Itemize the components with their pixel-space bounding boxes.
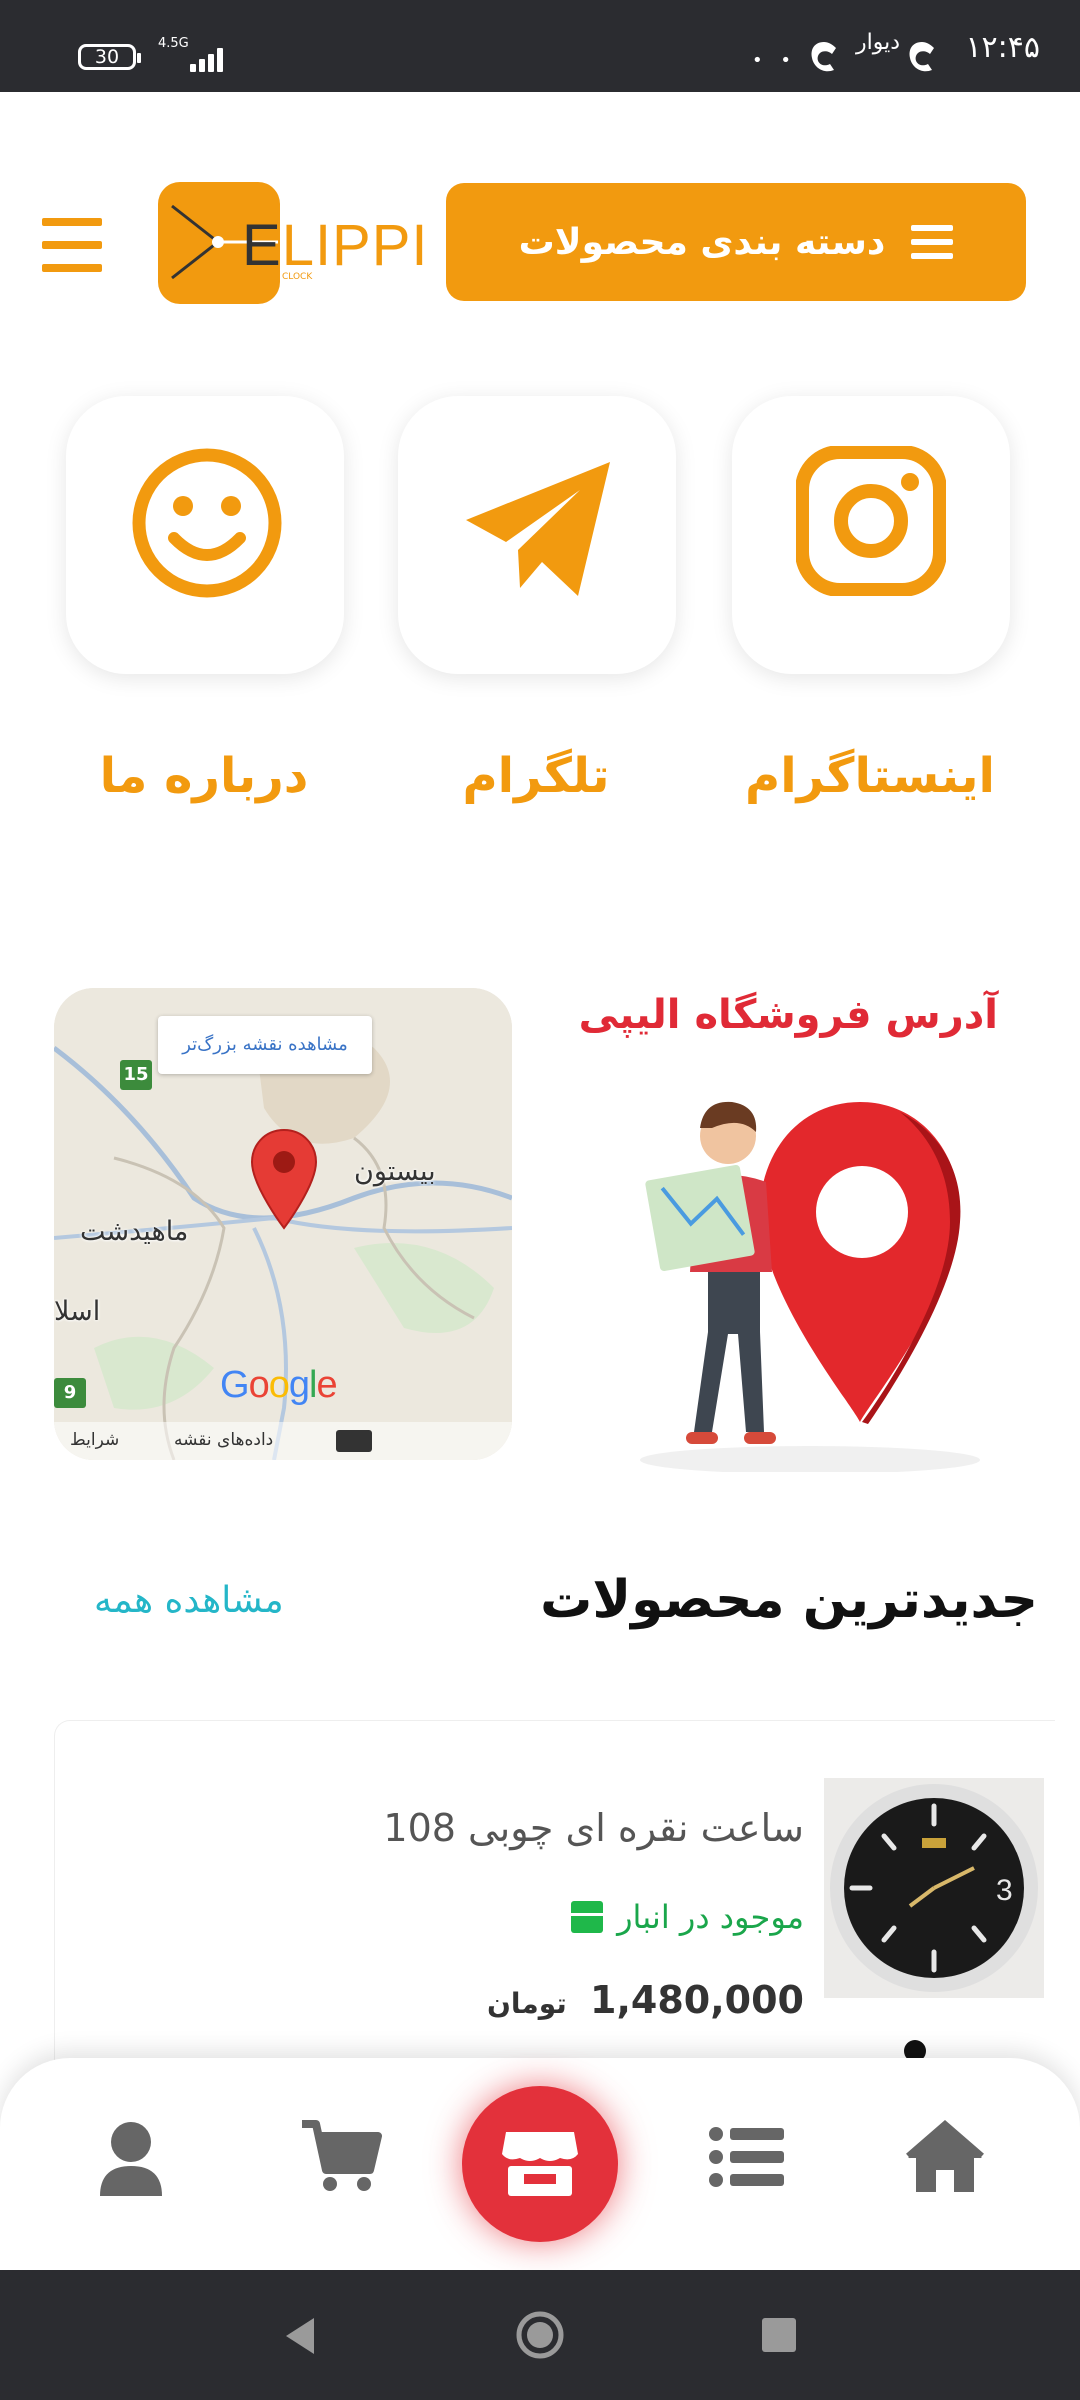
package-icon — [571, 1901, 604, 1933]
app-notification-icon — [811, 42, 836, 72]
telegram-label[interactable]: تلگرام — [386, 748, 686, 804]
network-type: 4.5G — [158, 36, 189, 51]
stock-status: موجود در انبار — [571, 1898, 804, 1936]
map-place-label: اسلا — [54, 1296, 101, 1327]
about-us-label[interactable]: درباره ما — [54, 748, 354, 804]
home-circle-icon[interactable] — [515, 2310, 565, 2360]
status-bar: 30 4.5G • • دیوار ۱۲:۴۵ — [0, 0, 1080, 92]
view-larger-map-link[interactable]: مشاهده نقشه بزرگ‌تر — [158, 1016, 372, 1074]
keyboard-icon[interactable] — [336, 1430, 372, 1452]
see-all-link[interactable]: مشاهده همه — [94, 1580, 284, 1621]
logo-text: ELIPPI — [242, 213, 429, 278]
price-value: 1,480,000 — [590, 1978, 804, 2022]
road-badge: 15 — [120, 1060, 152, 1090]
map-data-link[interactable]: داده‌های نقشه — [174, 1430, 273, 1450]
app-notification-icon — [909, 42, 934, 72]
categories-button[interactable]: دسته بندی محصولات — [446, 183, 1026, 301]
user-icon[interactable] — [86, 2112, 176, 2202]
signal-icon — [190, 44, 228, 72]
recents-icon[interactable] — [760, 2316, 798, 2354]
list-icon — [911, 225, 954, 259]
map-place-label: ماهیدشت — [80, 1216, 189, 1247]
battery-level: 30 — [94, 46, 120, 68]
instagram-tile[interactable] — [732, 396, 1010, 674]
map-pin-icon — [250, 1128, 318, 1230]
stock-label: موجود در انبار — [617, 1898, 804, 1936]
brand-logo[interactable]: ELIPPI CLOCK — [158, 182, 428, 304]
app-label: دیوار — [856, 30, 901, 55]
map-terms-link[interactable]: شرایط — [70, 1430, 119, 1450]
telegram-tile[interactable] — [398, 396, 676, 674]
telegram-icon — [466, 462, 610, 596]
product-image[interactable]: 3 — [824, 1778, 1044, 1998]
store-address-title: آدرس فروشگاه الیپی — [578, 992, 998, 1038]
google-logo: Google — [220, 1364, 338, 1406]
price-currency: تومان — [486, 1987, 567, 2020]
store-button[interactable] — [462, 2086, 618, 2242]
notification-dots: • • — [752, 50, 797, 71]
categories-button-label: دسته بندی محصولات — [518, 221, 886, 263]
map-place-label: بیستون — [354, 1156, 436, 1187]
store-icon — [502, 2132, 578, 2196]
hamburger-menu-icon[interactable] — [42, 218, 102, 272]
logo-subtext: CLOCK — [282, 272, 313, 282]
battery-indicator: 30 — [78, 44, 141, 70]
map-footer: شرایط داده‌های نقشه — [54, 1422, 512, 1460]
instagram-label[interactable]: اینستاگرام — [720, 748, 1020, 804]
clock: ۱۲:۴۵ — [965, 30, 1040, 65]
road-badge: 9 — [54, 1378, 86, 1408]
system-navigation-bar — [0, 2270, 1080, 2400]
product-price: 1,480,000 تومان — [487, 1978, 804, 2022]
list-icon[interactable] — [700, 2112, 790, 2202]
smiley-icon — [132, 448, 282, 598]
cart-icon[interactable] — [296, 2112, 386, 2202]
home-icon[interactable] — [900, 2112, 990, 2202]
back-icon[interactable] — [280, 2314, 320, 2358]
store-map[interactable]: مشاهده نقشه بزرگ‌تر 15 9 بیستون ماهیدشت … — [54, 988, 512, 1460]
latest-products-title: جدیدترین محصولات — [540, 1570, 1038, 1630]
product-name[interactable]: ساعت نقره ای چوبی 108 — [383, 1806, 804, 1850]
about-us-tile[interactable] — [66, 396, 344, 674]
instagram-icon — [796, 446, 946, 596]
svg-text:3: 3 — [996, 1874, 1013, 1907]
location-illustration — [640, 1101, 980, 1472]
